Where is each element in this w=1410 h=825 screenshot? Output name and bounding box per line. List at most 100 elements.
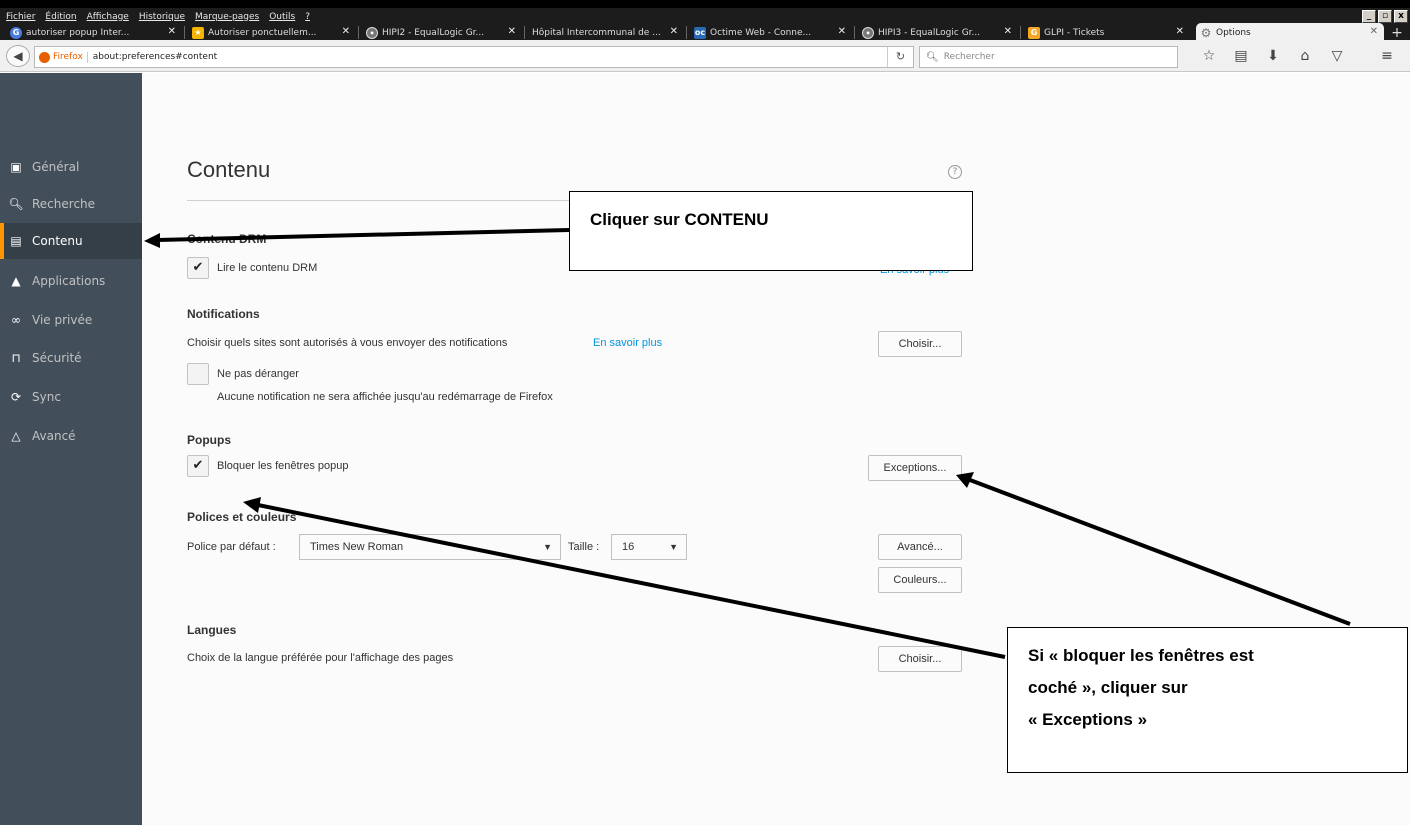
menu-fichier[interactable]: Fichier <box>6 12 35 22</box>
gear-icon: ⚙ <box>1200 25 1212 40</box>
new-tab-button[interactable]: + <box>1388 25 1406 41</box>
callout-popup-line-2: coché », cliquer sur <box>1028 678 1188 697</box>
menu-historique[interactable]: Historique <box>139 12 185 22</box>
tab-close-icon[interactable]: ✕ <box>508 26 516 37</box>
firefox-logo-icon <box>39 51 50 63</box>
languages-description: Choix de la langue préférée pour l'affic… <box>187 652 454 664</box>
tab-close-icon[interactable]: ✕ <box>670 26 678 37</box>
dnd-description: Aucune notification ne sera affichée jus… <box>217 391 553 403</box>
sidebar-item-vie-privee[interactable]: ∞ Vie privée <box>0 302 142 338</box>
section-title-notifications: Notifications <box>187 307 260 321</box>
search-icon: 🔍︎ <box>926 51 939 63</box>
tab-close-icon[interactable]: ✕ <box>1370 26 1378 37</box>
tab-separator <box>854 26 855 39</box>
help-icon[interactable]: ? <box>948 165 962 179</box>
bookmark-star-icon[interactable]: ☆ <box>1200 48 1218 64</box>
sidebar-item-label: Recherche <box>32 197 96 211</box>
chevron-down-icon: ▼ <box>543 542 552 552</box>
default-font-select[interactable]: Times New Roman ▼ <box>299 534 561 560</box>
url-bar[interactable]: Firefox about:preferences#content ↻ <box>34 46 914 68</box>
search-placeholder: Rechercher <box>943 52 995 62</box>
tab-close-icon[interactable]: ✕ <box>342 26 350 37</box>
drm-checkbox-label: Lire le contenu DRM <box>217 262 318 274</box>
document-icon: ▤ <box>10 234 22 248</box>
search-bar[interactable]: 🔍︎ Rechercher <box>919 46 1178 68</box>
glpi-icon: G <box>1028 26 1040 39</box>
default-font-label: Police par défaut : <box>187 541 276 553</box>
colors-button[interactable]: Couleurs... <box>878 567 962 593</box>
close-window-button[interactable]: x <box>1394 10 1408 23</box>
drm-checkbox[interactable]: ✔ <box>187 257 209 279</box>
search-icon: 🔍︎ <box>8 197 24 211</box>
section-title-popups: Popups <box>187 433 231 447</box>
menu-help[interactable]: ? <box>305 12 310 22</box>
menu-outils[interactable]: Outils <box>269 12 295 22</box>
bookmarks-menu-icon[interactable]: ▤ <box>1232 48 1250 64</box>
block-popups-checkbox[interactable]: ✔ <box>187 455 209 477</box>
sidebar-item-avance[interactable]: △ Avancé <box>0 418 142 454</box>
menu-edition[interactable]: Édition <box>45 12 76 22</box>
languages-choose-button[interactable]: Choisir... <box>878 646 962 672</box>
section-title-languages: Langues <box>187 623 237 637</box>
restore-button[interactable]: ▫ <box>1378 10 1392 23</box>
menu-bar: Fichier Édition Affichage Historique Mar… <box>0 8 1410 42</box>
tab-separator <box>184 26 185 39</box>
minimize-button[interactable]: _ <box>1362 10 1376 23</box>
hamburger-menu-icon[interactable]: ≡ <box>1378 48 1396 64</box>
downloads-icon[interactable]: ⬇ <box>1264 48 1282 64</box>
octime-icon: oc <box>694 26 706 39</box>
google-icon: G <box>10 26 22 39</box>
menu-affichage[interactable]: Affichage <box>87 12 129 22</box>
tab-title: autoriser popup Inter... <box>26 27 130 38</box>
sidebar-item-applications[interactable]: ▲ Applications <box>0 263 142 299</box>
callout-popup: Si « bloquer les fenêtres est coché », c… <box>1007 627 1408 773</box>
tab-close-icon[interactable]: ✕ <box>1004 26 1012 37</box>
sidebar-item-contenu[interactable]: ▤ Contenu <box>0 223 142 259</box>
tab-close-icon[interactable]: ✕ <box>1176 26 1184 37</box>
sidebar-item-label: Avancé <box>32 429 76 443</box>
tab-separator <box>686 26 687 39</box>
bookmark-icon: ★ <box>192 26 204 39</box>
tab-title: HIPI3 - EqualLogic Gr... <box>878 27 981 38</box>
navigation-toolbar: ◀ Firefox about:preferences#content ↻ 🔍︎… <box>0 40 1410 72</box>
sidebar-item-general[interactable]: ▣ Général <box>0 149 142 185</box>
tab-separator <box>358 26 359 39</box>
fonts-advanced-button[interactable]: Avancé... <box>878 534 962 560</box>
menu-marque-pages[interactable]: Marque-pages <box>195 12 259 22</box>
tab-close-icon[interactable]: ✕ <box>838 26 846 37</box>
window-controls: _ ▫ x <box>1362 10 1408 23</box>
preferences-sidebar: ▣ Général 🔍︎ Recherche ▤ Contenu ▲ Appli… <box>0 73 142 825</box>
block-popups-label: Bloquer les fenêtres popup <box>217 460 349 472</box>
sidebar-item-label: Contenu <box>32 234 83 248</box>
tab-title: HIPI2 - EqualLogic Gr... <box>382 27 485 38</box>
tab-title: Autoriser ponctuellem... <box>208 27 317 38</box>
sidebar-item-sync[interactable]: ⟳ Sync <box>0 379 142 415</box>
popup-exceptions-button[interactable]: Exceptions... <box>868 455 962 481</box>
notifications-choose-button[interactable]: Choisir... <box>878 331 962 357</box>
sidebar-item-label: Général <box>32 160 80 174</box>
sidebar-item-label: Vie privée <box>32 313 93 327</box>
reload-icon[interactable]: ↻ <box>887 47 913 67</box>
pocket-icon[interactable]: ▽ <box>1328 48 1346 64</box>
section-title-fonts: Polices et couleurs <box>187 510 297 524</box>
page-title: Contenu <box>187 157 271 182</box>
home-icon[interactable]: ⌂ <box>1296 48 1314 64</box>
mask-icon: ∞ <box>11 313 21 327</box>
notifications-learn-more-link[interactable]: En savoir plus <box>593 337 662 349</box>
section-title-drm: Contenu DRM <box>187 232 267 246</box>
screen-top-strip <box>0 0 1410 8</box>
chevron-down-icon: ▼ <box>669 542 678 552</box>
sidebar-item-label: Applications <box>32 274 106 288</box>
sidebar-item-recherche[interactable]: 🔍︎ Recherche <box>0 186 142 222</box>
tab-close-icon[interactable]: ✕ <box>168 26 176 37</box>
tab-separator <box>1020 26 1021 39</box>
tab-title: Options <box>1216 27 1251 38</box>
sync-icon: ⟳ <box>10 390 22 404</box>
back-button[interactable]: ◀ <box>6 45 30 67</box>
url-text[interactable]: about:preferences#content <box>93 52 217 62</box>
wizard-hat-icon: △ <box>11 429 21 443</box>
font-size-select[interactable]: 16 ▼ <box>611 534 687 560</box>
identity-box[interactable]: Firefox <box>39 51 88 63</box>
sidebar-item-securite[interactable]: ⊓ Sécurité <box>0 340 142 376</box>
dnd-checkbox[interactable] <box>187 363 209 385</box>
